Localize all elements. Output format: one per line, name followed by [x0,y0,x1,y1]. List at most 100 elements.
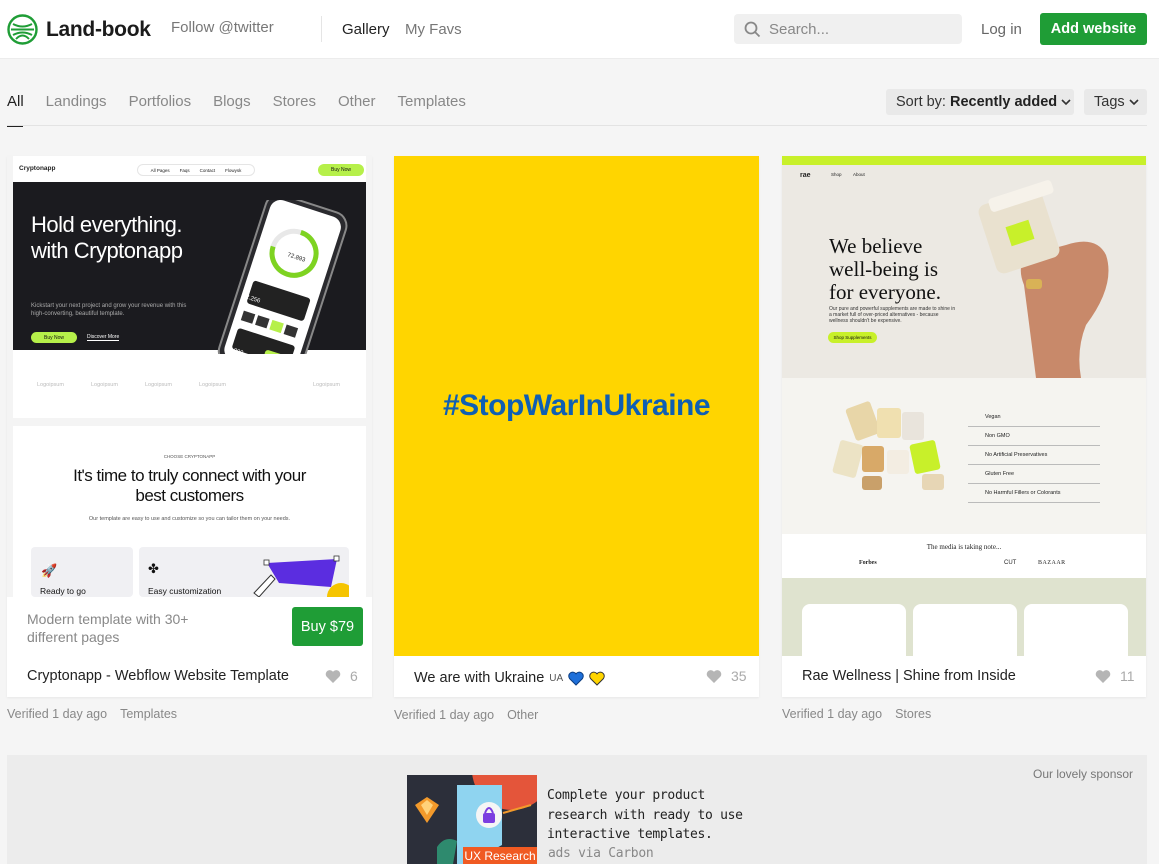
preview-nav-button: Buy Now [318,164,364,176]
preview-media-title: The media is taking note... [926,543,1002,551]
filter-templates[interactable]: Templates [398,93,466,110]
category-link[interactable]: Templates [120,707,177,721]
filter-other[interactable]: Other [338,93,376,110]
like-button[interactable]: 11 [1095,668,1135,684]
like-button[interactable]: 35 [706,668,747,684]
card-title[interactable]: We are with Ukraine UA [414,670,605,686]
top-header: Land-book Follow @twitter Gallery My Fav… [0,0,1159,59]
category-link[interactable]: Other [507,708,538,722]
leaf-logo-icon [7,14,38,45]
filter-portfolios[interactable]: Portfolios [129,93,192,110]
heart-icon [706,669,722,683]
preview-logo-strip: Logoipsum Logoipsum Logoipsum Logoipsum … [13,354,366,418]
card-title[interactable]: Cryptonapp - Webflow Website Template [27,668,289,684]
card-meta: Verified 1 day ago Other [394,708,538,722]
preview-brand: rae [800,172,811,179]
preview-announcement-bar [782,156,1146,165]
filter-divider [7,125,1147,126]
sponsor-label: Our lovely sponsor [1033,767,1134,781]
filter-stores[interactable]: Stores [273,93,316,110]
preview-brand: Cryptonapp [19,165,56,172]
card-title[interactable]: Rae Wellness | Shine from Inside [802,668,1016,684]
card-thumbnail[interactable]: Cryptonapp All Pages Faqs Contact Flowys… [7,156,372,597]
preview-feature-item: Gluten Free [968,465,1100,484]
preview-subtext: Our pure and powerful supplements are ma… [829,306,956,324]
preview-nav-link: Faqs [179,167,190,173]
filter-landings[interactable]: Landings [46,93,107,110]
preview-logo: Logoipsum [199,382,226,388]
stop-war-headline: #StopWarInUkraine [442,389,711,422]
preview-logo: Logoipsum [91,382,118,388]
card-meta: Verified 1 day ago Stores [782,707,931,721]
supplement-products-illustration [832,401,944,490]
preview-subtext: Kickstart your next project and grow you… [31,303,187,317]
category-filters: All Landings Portfolios Blogs Stores Oth… [7,93,488,127]
website-card-ukraine[interactable]: #StopWarInUkraine We are with Ukraine UA… [394,156,759,697]
ads-via-carbon-link[interactable]: ads via Carbon [548,846,654,861]
blue-heart-icon [568,671,584,686]
preview-nav-link: Contact [199,167,216,173]
preview-nav-link: Flowysk [225,167,242,173]
preview-headline: Hold everything. with Cryptonapp [31,212,183,264]
preview-feature-box: 🚀 Ready to go [31,547,133,597]
preview-buy-button: Buy Now [31,332,77,343]
website-card-rae[interactable]: rae Shop About We believe well-being is fo… [782,156,1146,697]
design-tool-illustration [253,555,349,597]
verified-time: Verified 1 day ago [7,707,108,721]
search-input[interactable] [769,20,949,38]
heart-icon [325,669,341,683]
preview-section-title-line1: It's time to truly connect with your [73,466,306,485]
nav-my-favs[interactable]: My Favs [405,21,462,38]
category-link[interactable]: Stores [895,707,931,721]
puzzle-icon: ✤ [148,561,159,576]
preview-nav-link: Shop [831,172,842,177]
preview-headline-line2: with Cryptonapp [31,238,183,263]
preview-nav: Cryptonapp All Pages Faqs Contact Flowys… [19,164,364,176]
testimonial-card [913,604,1017,664]
preview-section-title: It's time to truly connect with your best… [13,466,366,506]
verified-time: Verified 1 day ago [394,708,495,722]
media-logo: CUT [1004,560,1017,566]
media-logo: Forbes [859,560,877,566]
website-card-cryptonapp[interactable]: Cryptonapp All Pages Faqs Contact Flowys… [7,156,372,697]
card-thumbnail[interactable]: rae Shop About We believe well-being is fo… [782,156,1146,656]
preview-feature-list: Vegan Non GMO No Artificial Preservative… [968,408,1100,503]
tags-label: Tags [1094,94,1125,110]
testimonial-card [1024,604,1128,664]
hand-holding-jar-illustration [978,180,1109,378]
sort-dropdown[interactable]: Sort by: Recently added [886,89,1074,115]
preview-headline-line1: Hold everything. [31,212,182,237]
yellow-heart-icon [589,671,605,686]
filter-blogs[interactable]: Blogs [213,93,251,110]
verified-time: Verified 1 day ago [782,707,883,721]
preview-feature-item: Vegan [968,408,1100,427]
add-website-button[interactable]: Add website [1040,13,1147,45]
country-badge: UA [549,672,564,684]
login-link[interactable]: Log in [981,21,1022,38]
preview-cta: Shop Supplements [828,332,877,343]
buy-template-button[interactable]: Buy $79 [292,607,363,646]
search-box[interactable] [734,14,962,44]
preview-logo: Logoipsum [37,382,64,388]
preview-nav-link: All Pages [150,167,170,173]
chevron-down-icon [1061,98,1071,105]
nav-gallery[interactable]: Gallery [342,21,390,38]
header-divider [321,16,322,42]
preview-feature-label: Ready to go [40,586,86,596]
filter-all[interactable]: All [7,93,24,127]
preview-logo: Logoipsum [313,382,340,388]
like-count: 11 [1120,668,1135,684]
template-description: Modern template with 30+ different pages [27,611,189,645]
card-thumbnail[interactable]: #StopWarInUkraine [394,156,759,656]
preview-section-title-line2: best customers [135,486,244,505]
follow-twitter-link[interactable]: Follow @twitter [171,19,274,36]
preview-hero: rae Shop About We believe well-being is fo… [782,165,1146,378]
tags-dropdown[interactable]: Tags [1084,89,1147,115]
site-logo[interactable]: Land-book [7,14,151,45]
like-button[interactable]: 6 [325,668,358,684]
chevron-down-icon [1129,98,1139,105]
preview-feature-label: Easy customization [148,586,222,596]
like-count: 35 [731,668,747,684]
preview-headline: We believe well-being is for everyone. [829,235,941,304]
ad-text-link[interactable]: Complete your product research with read… [547,786,747,845]
